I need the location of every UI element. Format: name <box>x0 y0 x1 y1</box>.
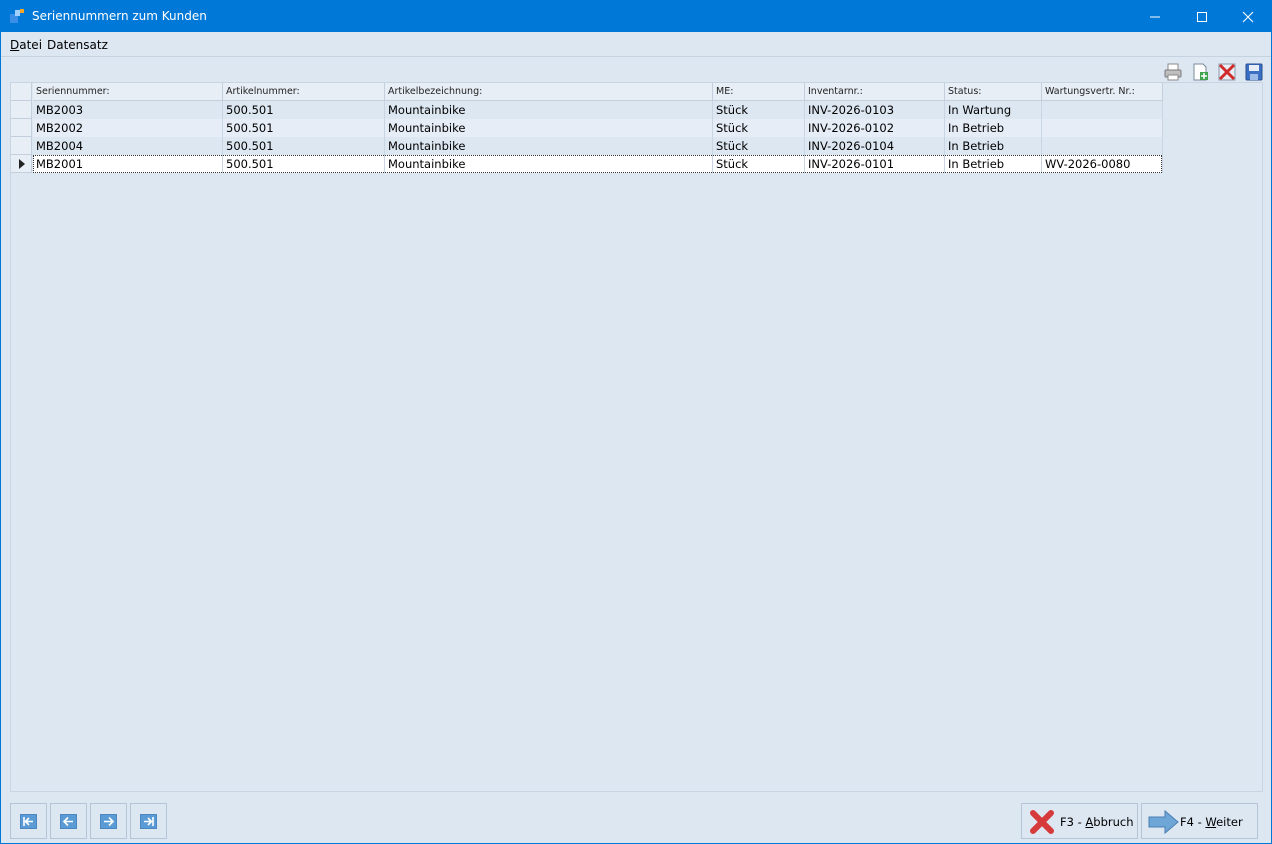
last-record-icon <box>144 816 154 826</box>
cell-wartungsvertrag[interactable]: WV-2026-0080 <box>1042 155 1163 173</box>
cell-wartungsvertrag[interactable] <box>1042 137 1163 155</box>
cell-wartungsvertrag[interactable] <box>1042 101 1163 119</box>
column-header-me[interactable]: ME: <box>713 83 805 101</box>
delete-icon[interactable] <box>1217 62 1237 82</box>
row-selector[interactable] <box>11 101 32 119</box>
table-row[interactable]: MB2002 500.501 Mountainbike Stück INV-20… <box>11 119 1163 137</box>
cell-me[interactable]: Stück <box>713 119 805 137</box>
column-header-wartungsvertrag[interactable]: Wartungsvertr. Nr.: <box>1042 83 1163 101</box>
arrow-right-icon <box>1148 809 1179 835</box>
cell-inventarnr[interactable]: INV-2026-0103 <box>805 101 945 119</box>
cell-status[interactable]: In Betrieb <box>945 137 1042 155</box>
column-header-status[interactable]: Status: <box>945 83 1042 101</box>
cell-artikelbezeichnung[interactable]: Mountainbike <box>385 101 713 119</box>
next-record-button[interactable] <box>90 803 127 839</box>
next-record-icon <box>104 816 115 826</box>
cell-inventarnr[interactable]: INV-2026-0104 <box>805 137 945 155</box>
cell-inventarnr[interactable]: INV-2026-0101 <box>805 155 945 173</box>
cancel-button-label: F3 - Abbruch <box>1060 815 1134 829</box>
header-row-selector <box>11 83 32 101</box>
cell-seriennummer[interactable]: MB2002 <box>33 119 223 137</box>
cell-inventarnr[interactable]: INV-2026-0102 <box>805 119 945 137</box>
window-title: Seriennummern zum Kunden <box>32 9 207 23</box>
save-icon[interactable] <box>1244 62 1264 82</box>
serial-numbers-grid[interactable]: Seriennummer: Artikelnummer: Artikelbeze… <box>10 82 1263 792</box>
column-header-artikelbezeichnung[interactable]: Artikelbezeichnung: <box>385 83 713 101</box>
app-icon <box>10 9 24 23</box>
previous-record-button[interactable] <box>50 803 87 839</box>
title-bar[interactable]: Seriennummern zum Kunden <box>1 1 1271 32</box>
last-record-button[interactable] <box>130 803 167 839</box>
cell-seriennummer[interactable]: MB2004 <box>33 137 223 155</box>
cancel-button[interactable]: F3 - Abbruch <box>1021 803 1138 839</box>
cell-seriennummer[interactable]: MB2003 <box>33 101 223 119</box>
close-icon <box>1242 11 1254 22</box>
cell-me[interactable]: Stück <box>713 137 805 155</box>
cell-artikelbezeichnung[interactable]: Mountainbike <box>385 137 713 155</box>
cell-artikelbezeichnung[interactable]: Mountainbike <box>385 155 713 173</box>
first-record-icon <box>23 816 33 826</box>
minimize-button[interactable] <box>1132 1 1178 32</box>
cell-seriennummer[interactable]: MB2001 <box>33 155 223 173</box>
table-row[interactable]: MB2003 500.501 Mountainbike Stück INV-20… <box>11 101 1163 119</box>
menu-bar: Datei Datensatz <box>1 32 1271 57</box>
first-record-button[interactable] <box>10 803 47 839</box>
row-selector[interactable] <box>11 137 32 155</box>
cell-status[interactable]: In Betrieb <box>945 119 1042 137</box>
column-header-seriennummer[interactable]: Seriennummer: <box>33 83 223 101</box>
cell-status[interactable]: In Betrieb <box>945 155 1042 173</box>
next-button-label: F4 - Weiter <box>1180 815 1243 829</box>
application-window: Seriennummern zum Kunden Datei Datensatz <box>0 0 1272 844</box>
close-button[interactable] <box>1225 1 1271 32</box>
cell-me[interactable]: Stück <box>713 155 805 173</box>
menu-datensatz[interactable]: Datensatz <box>47 38 108 52</box>
minimize-icon <box>1150 16 1160 17</box>
cell-artikelnummer[interactable]: 500.501 <box>223 119 385 137</box>
new-record-icon[interactable] <box>1190 62 1210 82</box>
cell-status[interactable]: In Wartung <box>945 101 1042 119</box>
menu-datei[interactable]: Datei <box>10 38 42 52</box>
cell-artikelnummer[interactable]: 500.501 <box>223 101 385 119</box>
table-row-current[interactable]: MB2001 500.501 Mountainbike Stück INV-20… <box>11 155 1163 173</box>
table-row[interactable]: MB2004 500.501 Mountainbike Stück INV-20… <box>11 137 1163 155</box>
maximize-icon <box>1197 11 1207 22</box>
cell-artikelnummer[interactable]: 500.501 <box>223 137 385 155</box>
cell-me[interactable]: Stück <box>713 101 805 119</box>
current-row-pointer-icon <box>19 159 25 169</box>
column-header-artikelnummer[interactable]: Artikelnummer: <box>223 83 385 101</box>
print-icon[interactable] <box>1163 62 1183 82</box>
next-button[interactable]: F4 - Weiter <box>1141 803 1258 839</box>
cell-wartungsvertrag[interactable] <box>1042 119 1163 137</box>
cell-artikelnummer[interactable]: 500.501 <box>223 155 385 173</box>
cancel-icon <box>1030 810 1054 834</box>
previous-record-icon <box>62 816 73 826</box>
cell-artikelbezeichnung[interactable]: Mountainbike <box>385 119 713 137</box>
maximize-button[interactable] <box>1179 1 1225 32</box>
column-header-inventarnr[interactable]: Inventarnr.: <box>805 83 945 101</box>
row-selector[interactable] <box>11 155 32 173</box>
grid-header: Seriennummer: Artikelnummer: Artikelbeze… <box>11 83 1163 101</box>
row-selector[interactable] <box>11 119 32 137</box>
